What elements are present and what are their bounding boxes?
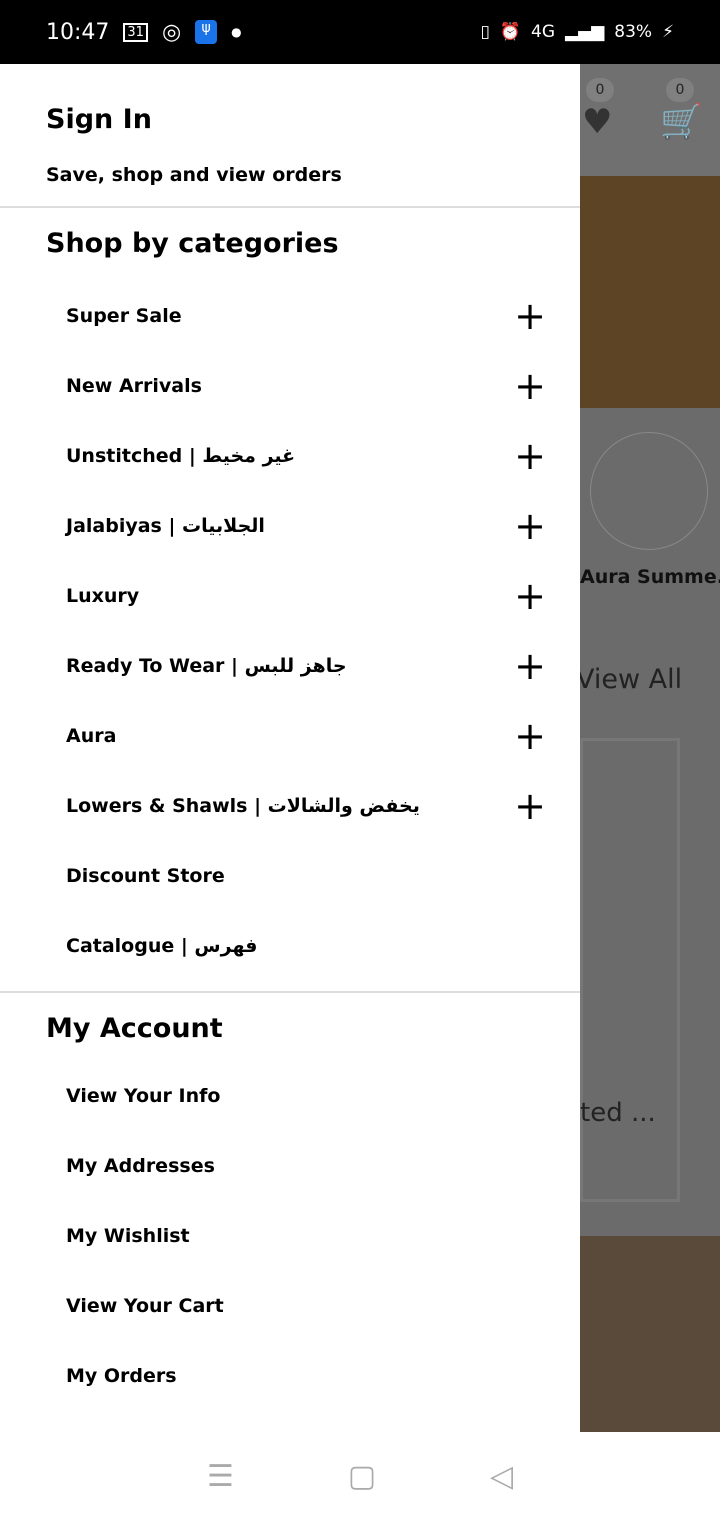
category-label: Luxury xyxy=(66,585,140,607)
category-super-sale[interactable]: Super Sale + xyxy=(66,296,546,336)
category-unstitched[interactable]: Unstitched | غير مخيط + xyxy=(66,436,546,476)
category-ready-to-wear[interactable]: Ready To Wear | جاهز للبس + xyxy=(66,646,546,686)
calendar-icon: 31 xyxy=(123,22,148,42)
account-addresses[interactable]: My Addresses xyxy=(66,1146,546,1186)
sign-in-subtitle: Save, shop and view orders xyxy=(46,164,342,186)
category-label: Discount Store xyxy=(66,865,225,887)
category-luxury[interactable]: Luxury + xyxy=(66,576,546,616)
plus-icon[interactable]: + xyxy=(514,716,546,756)
dot-icon: ● xyxy=(231,25,242,39)
product-title: ted ... xyxy=(580,1098,656,1128)
back-icon[interactable]: ◁ xyxy=(490,1459,513,1494)
instagram-icon: ◎ xyxy=(161,19,182,45)
product-image xyxy=(580,1236,720,1432)
collection-label: Aura Summe... xyxy=(580,566,720,588)
cart-count: 0 xyxy=(666,78,694,102)
wishlist-count: 0 xyxy=(586,78,614,102)
account-cart[interactable]: View Your Cart xyxy=(66,1286,546,1326)
account-heading: My Account xyxy=(46,1013,223,1044)
cart-icon: 🛒 xyxy=(660,102,703,142)
status-bar: 10:47 31 ◎ ψ ● ▯ ⏰ 4G ▂▄▆ 83% ⚡ xyxy=(0,0,720,64)
account-view-info[interactable]: View Your Info xyxy=(66,1076,546,1116)
battery-level: 83% xyxy=(614,22,653,42)
navigation-drawer: Sign In Save, shop and view orders Shop … xyxy=(0,64,580,1432)
charging-icon: ⚡ xyxy=(662,22,674,42)
view-all-link: View All xyxy=(576,664,683,695)
network-label: 4G xyxy=(531,22,556,42)
category-label: Lowers & Shawls | يخفض والشالات xyxy=(66,795,420,817)
account-orders[interactable]: My Orders xyxy=(66,1356,546,1396)
category-label: Jalabiyas | الجلابيات xyxy=(66,515,265,537)
collection-image xyxy=(590,432,708,550)
category-jalabiyas[interactable]: Jalabiyas | الجلابيات + xyxy=(66,506,546,546)
category-lowers-shawls[interactable]: Lowers & Shawls | يخفض والشالات + xyxy=(66,786,546,826)
category-catalogue[interactable]: Catalogue | فهرس xyxy=(66,926,546,966)
plus-icon[interactable]: + xyxy=(514,506,546,546)
category-label: Catalogue | فهرس xyxy=(66,935,258,957)
category-label: Ready To Wear | جاهز للبس xyxy=(66,655,347,677)
category-label: New Arrivals xyxy=(66,375,202,397)
plus-icon[interactable]: + xyxy=(514,646,546,686)
category-aura[interactable]: Aura + xyxy=(66,716,546,756)
plus-icon[interactable]: + xyxy=(514,786,546,826)
categories-heading: Shop by categories xyxy=(46,228,339,259)
category-label: Unstitched | غير مخيط xyxy=(66,445,296,467)
sign-in-link[interactable]: Sign In xyxy=(46,104,152,135)
plus-icon[interactable]: + xyxy=(514,436,546,476)
plus-icon[interactable]: + xyxy=(514,296,546,336)
category-new-arrivals[interactable]: New Arrivals + xyxy=(66,366,546,406)
plus-icon[interactable]: + xyxy=(514,366,546,406)
plus-icon[interactable]: + xyxy=(514,576,546,616)
divider xyxy=(0,206,580,208)
banner-image xyxy=(580,176,720,408)
signal-icon: ▂▄▆ xyxy=(565,22,605,42)
account-wishlist[interactable]: My Wishlist xyxy=(66,1216,546,1256)
divider xyxy=(0,991,580,993)
recent-apps-icon[interactable]: ☰ xyxy=(207,1459,234,1494)
product-card xyxy=(580,738,680,1202)
background-page: 0 ♥ 0 🛒 Aura Summe... View All ted ... xyxy=(576,64,720,1432)
category-discount-store[interactable]: Discount Store xyxy=(66,856,546,896)
category-label: Super Sale xyxy=(66,305,182,327)
usb-icon: ψ xyxy=(195,20,218,44)
system-nav-bar: ☰ ▢ ◁ xyxy=(0,1432,720,1520)
clock: 10:47 xyxy=(46,19,110,45)
home-icon[interactable]: ▢ xyxy=(348,1459,376,1494)
alarm-icon: ⏰ xyxy=(499,22,522,42)
category-label: Aura xyxy=(66,725,117,747)
vibrate-icon: ▯ xyxy=(480,22,490,42)
heart-icon: ♥ xyxy=(582,102,613,142)
